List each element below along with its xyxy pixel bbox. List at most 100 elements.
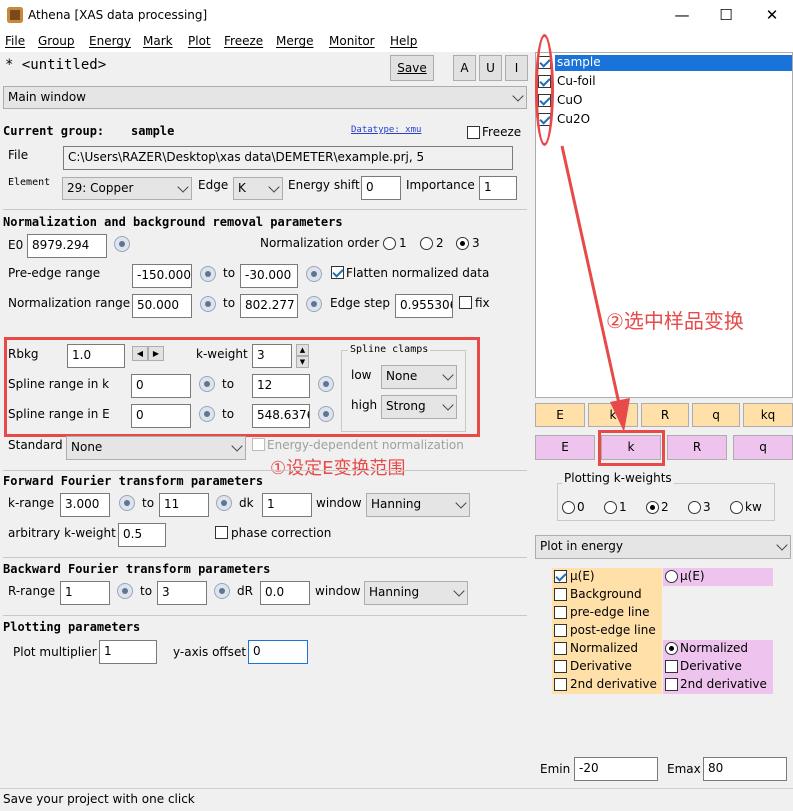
plot-current-r-button[interactable]: R [667, 435, 727, 460]
order-1-radio[interactable] [383, 237, 396, 250]
flatten-checkbox[interactable] [331, 266, 344, 279]
freeze-label: Freeze [482, 125, 522, 139]
k-range-from-pluck-icon[interactable] [119, 495, 135, 511]
kweight-0-radio[interactable] [562, 501, 575, 514]
group-item-cu-foil[interactable]: Cu-foil [557, 74, 596, 88]
phase-correction-checkbox[interactable] [215, 526, 228, 539]
y-offset-input[interactable]: 0 [248, 640, 308, 664]
bft-window-select[interactable]: Hanning [364, 581, 468, 605]
pre-edge-line-label: pre-edge line [570, 605, 650, 619]
menu-file[interactable]: File [5, 34, 25, 48]
importance-input[interactable]: 1 [479, 176, 517, 200]
k-range-to-input[interactable]: 11 [159, 493, 209, 517]
pre-edge-line-checkbox[interactable] [554, 606, 567, 619]
r-range-to-pluck-icon[interactable] [214, 583, 230, 599]
current-second-derivative-checkbox[interactable] [665, 678, 678, 691]
group-item-sample[interactable]: sample [557, 55, 601, 69]
to-label: to [223, 296, 236, 310]
pre-edge-from-input[interactable]: -150.000 [132, 264, 192, 288]
view-select-value: Main window [8, 90, 86, 104]
energy-dependent-checkbox[interactable] [252, 438, 265, 451]
maximize-icon[interactable]: ☐ [716, 6, 736, 24]
mark-all-button[interactable]: A [453, 55, 476, 81]
e0-pluck-icon[interactable] [114, 236, 130, 252]
arbitrary-k-weight-input[interactable]: 0.5 [118, 523, 166, 547]
kweight-2-radio[interactable] [646, 501, 659, 514]
dr-label: dR [237, 584, 253, 598]
menu-mark[interactable]: Mark [143, 34, 173, 48]
norm-range-from-pluck-icon[interactable] [200, 296, 216, 312]
kweight-3-radio[interactable] [688, 501, 701, 514]
plot-current-q-button[interactable]: q [733, 435, 793, 460]
unmark-all-button[interactable]: U [479, 55, 502, 81]
normalized-checkbox[interactable] [554, 642, 567, 655]
edge-select[interactable]: K [233, 177, 283, 200]
menu-merge[interactable]: Merge [276, 34, 313, 48]
close-icon[interactable]: ✕ [762, 6, 782, 24]
emax-input[interactable]: 80 [703, 757, 787, 781]
dr-input[interactable]: 0.0 [260, 581, 310, 605]
standard-value: None [71, 440, 103, 454]
background-checkbox[interactable] [554, 588, 567, 601]
kweight-1-radio[interactable] [604, 501, 617, 514]
window-label: window [315, 584, 361, 598]
current-normalized-radio[interactable] [665, 642, 678, 655]
r-range-to-input[interactable]: 3 [157, 581, 207, 605]
emin-input[interactable]: -20 [574, 757, 658, 781]
pre-edge-to-input[interactable]: -30.000 [240, 264, 298, 288]
separator [3, 557, 527, 558]
mu-checkbox[interactable] [554, 570, 567, 583]
menu-freeze[interactable]: Freeze [224, 34, 263, 48]
menu-plot[interactable]: Plot [188, 34, 211, 48]
current-mu-radio[interactable] [665, 570, 678, 583]
menu-monitor[interactable]: Monitor [329, 34, 375, 48]
norm-range-from-input[interactable]: 50.000 [132, 294, 192, 318]
invert-marks-button[interactable]: I [505, 55, 528, 81]
plot-multiplier-label: Plot multiplier [13, 645, 97, 659]
datatype-link[interactable]: Datatype: xmu [351, 125, 421, 135]
second-derivative-checkbox[interactable] [554, 678, 567, 691]
current-derivative-checkbox[interactable] [665, 660, 678, 673]
kweight-3-label: 3 [703, 500, 711, 514]
menu-help[interactable]: Help [390, 34, 417, 48]
e0-input[interactable]: 8979.294 [27, 234, 107, 258]
group-item-cu2o[interactable]: Cu2O [557, 112, 590, 126]
standard-select[interactable]: None [66, 436, 246, 460]
fix-checkbox[interactable] [459, 296, 472, 309]
minimize-icon[interactable]: — [672, 6, 692, 24]
r-range-from-pluck-icon[interactable] [117, 583, 133, 599]
emin-label: Emin [540, 762, 571, 776]
post-edge-line-checkbox[interactable] [554, 624, 567, 637]
view-select[interactable]: Main window [3, 86, 527, 109]
element-select[interactable]: 29: Copper [62, 177, 192, 200]
plot-mode-select[interactable]: Plot in energy [535, 535, 791, 559]
fft-window-select[interactable]: Hanning [366, 493, 470, 517]
order-2-radio[interactable] [420, 237, 433, 250]
plot-marked-kq-button[interactable]: kq [743, 403, 793, 427]
separator [3, 615, 527, 616]
plot-multiplier-input[interactable]: 1 [99, 640, 157, 664]
pre-edge-to-pluck-icon[interactable] [306, 266, 322, 282]
current-group-name: sample [131, 124, 175, 138]
r-range-from-input[interactable]: 1 [60, 581, 110, 605]
plot-marked-q-button[interactable]: q [692, 403, 740, 427]
k-range-from-input[interactable]: 3.000 [60, 493, 110, 517]
kweight-kw-radio[interactable] [730, 501, 743, 514]
plot-marked-r-button[interactable]: R [641, 403, 689, 427]
menu-energy[interactable]: Energy [89, 34, 131, 48]
energy-shift-input[interactable]: 0 [361, 176, 401, 200]
k-range-to-pluck-icon[interactable] [216, 495, 232, 511]
freeze-checkbox[interactable] [467, 126, 480, 139]
save-button[interactable]: Save [390, 55, 434, 81]
norm-range-to-pluck-icon[interactable] [306, 296, 322, 312]
norm-range-to-input[interactable]: 802.277 [240, 294, 298, 318]
derivative-checkbox[interactable] [554, 660, 567, 673]
normalization-range-label: Normalization range [8, 296, 131, 310]
dk-input[interactable]: 1 [262, 493, 312, 517]
menu-group[interactable]: Group [38, 34, 75, 48]
order-3-radio[interactable] [456, 237, 469, 250]
pre-edge-from-pluck-icon[interactable] [200, 266, 216, 282]
background-label: Background [570, 587, 642, 601]
group-item-cuo[interactable]: CuO [557, 93, 582, 107]
edge-step-input[interactable]: 0.955306 [395, 294, 453, 318]
